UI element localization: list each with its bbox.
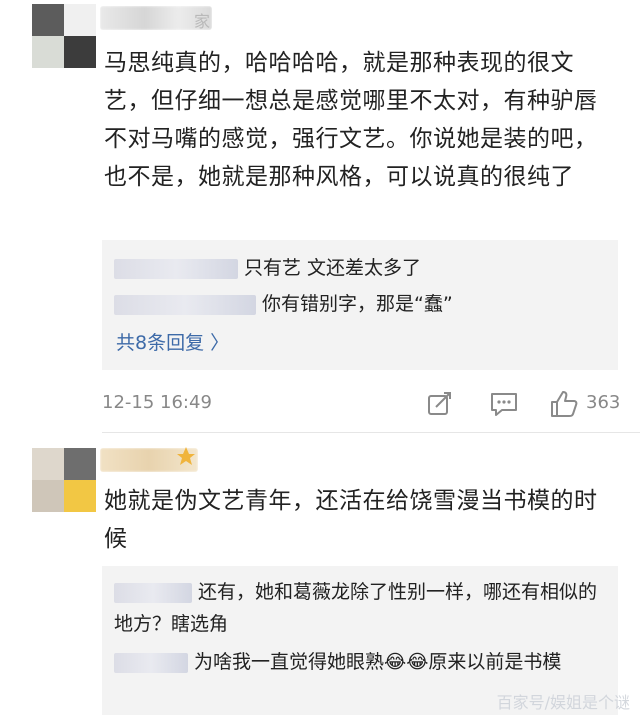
share-icon[interactable] (424, 388, 456, 420)
reply-text: 只有艺 文还差太多了 (244, 257, 422, 279)
more-replies-link[interactable]: 共8条回复 〉 (116, 328, 229, 355)
reply-text: 为啥我一直觉得她眼熟😂😂原来以前是书模 (194, 651, 562, 673)
username-suffix: 家 (193, 12, 210, 30)
reply-username[interactable] (114, 258, 238, 279)
divider (102, 432, 640, 433)
vip-badge-icon (176, 446, 196, 466)
reply-item[interactable]: 只有艺 文还差太多了 (114, 252, 421, 284)
comment-text: 马思纯真的，哈哈哈哈，就是那种表现的很文艺，但仔细一想总是感觉哪里不太对，有种驴… (104, 50, 598, 190)
comment-text: 她就是伪文艺青年，还活在给饶雪漫当书模的时候 (104, 488, 598, 552)
reply-text: 你有错别字，那是“蠢” (262, 293, 453, 315)
reply-box: 只有艺 文还差太多了 你有错别字，那是“蠢” 共8条回复 〉 (102, 240, 618, 370)
like-count: 363 (586, 392, 621, 413)
reply-username[interactable] (114, 652, 188, 673)
username[interactable]: 家 (100, 6, 212, 30)
avatar[interactable] (32, 448, 96, 512)
avatar[interactable] (32, 4, 96, 68)
watermark: 百家号/娱姐是个谜 (496, 693, 630, 712)
reply-item[interactable]: 你有错别字，那是“蠢” (114, 288, 453, 320)
reply-item[interactable]: 为啥我一直觉得她眼熟😂😂原来以前是书模 (114, 646, 604, 678)
comment-icon[interactable] (488, 388, 520, 420)
timestamp: 12-15 16:49 (102, 392, 212, 413)
reply-item[interactable]: 还有，她和葛薇龙除了性别一样，哪还有相似的地方？瞎选角 (114, 576, 604, 640)
comment-meta: 12-15 16:49 363 (102, 388, 622, 420)
reply-username[interactable] (114, 294, 256, 315)
reply-username[interactable] (114, 582, 192, 603)
like-icon[interactable] (548, 388, 580, 420)
